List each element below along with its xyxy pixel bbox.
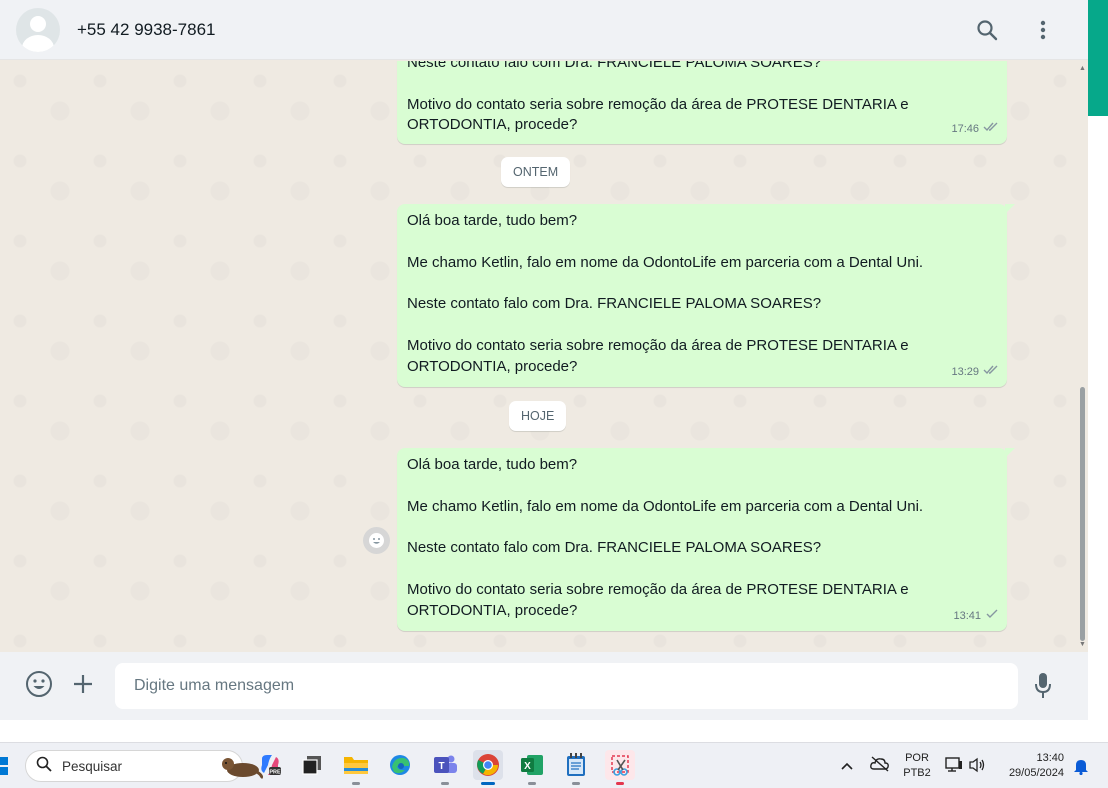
- message-time: 13:41: [953, 610, 981, 623]
- chevron-up-icon[interactable]: [840, 758, 854, 776]
- network-icon[interactable]: [945, 757, 963, 778]
- notepad-app-icon[interactable]: [561, 750, 591, 785]
- message-bubble[interactable]: Neste contato falo com Dra. FRANCIELE PA…: [397, 61, 1007, 144]
- message-composer: [0, 652, 1088, 720]
- windows-start-icon[interactable]: [0, 757, 10, 775]
- message-paragraph: Olá boa tarde, tudo bem?: [407, 456, 578, 473]
- svg-text:PRE: PRE: [269, 770, 281, 776]
- message-input[interactable]: [115, 663, 1018, 709]
- running-indicator: [572, 782, 580, 785]
- svg-text:T: T: [438, 761, 444, 772]
- search-icon: [36, 756, 52, 777]
- message-paragraph: Neste contato falo com Dra. FRANCIELE PA…: [407, 539, 822, 557]
- emoji-icon[interactable]: [25, 670, 53, 703]
- react-emoji-button[interactable]: [363, 527, 390, 554]
- date-divider: ONTEM: [501, 157, 571, 187]
- active-indicator: [481, 782, 495, 785]
- clock[interactable]: 13:40 29/05/2024: [1000, 751, 1064, 781]
- search-icon[interactable]: [972, 15, 1002, 45]
- double-check-icon: [983, 119, 999, 140]
- contact-name[interactable]: +55 42 9938-7861: [77, 20, 216, 40]
- chat-header: +55 42 9938-7861: [0, 0, 1088, 60]
- window-edge: [1088, 116, 1108, 740]
- double-check-icon: [983, 362, 999, 383]
- scroll-up-arrow[interactable]: ▲: [1079, 65, 1086, 72]
- date-divider: HOJE: [509, 401, 567, 431]
- svg-text:X: X: [524, 761, 531, 772]
- running-indicator: [352, 782, 360, 785]
- task-view-icon[interactable]: [297, 750, 327, 780]
- message-paragraph: Me chamo Ketlin, falo em nome da OdontoL…: [407, 253, 924, 271]
- message-bubble[interactable]: Olá boa tarde, tudo bem? Me chamo Ketlin…: [397, 448, 1015, 631]
- microphone-icon[interactable]: [1034, 672, 1052, 705]
- volume-icon[interactable]: [968, 757, 986, 778]
- edge-browser-icon[interactable]: [385, 750, 415, 780]
- window-accent-strip: [1088, 0, 1108, 116]
- message-paragraph: Motivo do contato seria sobre remoção da…: [407, 336, 909, 375]
- message-paragraph: Neste contato falo com Dra. FRANCIELE PA…: [407, 61, 822, 71]
- chat-panel[interactable]: Neste contato falo com Dra. FRANCIELE PA…: [0, 61, 1088, 652]
- windows-taskbar: Pesquisar PRE T X POR PTB2 13:40 29/05/2…: [0, 742, 1108, 788]
- keyboard-layout: PTB2: [903, 767, 931, 779]
- language-code: POR: [905, 752, 929, 764]
- plus-icon[interactable]: [72, 673, 94, 700]
- teams-app-icon[interactable]: T: [430, 750, 460, 785]
- running-indicator: [441, 782, 449, 785]
- file-explorer-icon[interactable]: [341, 750, 371, 785]
- contact-avatar[interactable]: [16, 7, 60, 52]
- input-language-indicator[interactable]: POR PTB2: [900, 751, 934, 781]
- window-bottom-edge: [0, 720, 1108, 742]
- taskbar-search[interactable]: Pesquisar: [25, 750, 263, 782]
- search-label: Pesquisar: [62, 758, 123, 774]
- notification-bell-icon[interactable]: [1073, 757, 1089, 780]
- excel-app-icon[interactable]: X: [517, 750, 547, 785]
- message-time: 17:46: [951, 123, 979, 136]
- clock-time: 13:40: [1036, 752, 1064, 764]
- message-paragraph: Neste contato falo com Dra. FRANCIELE PA…: [407, 295, 822, 313]
- onedrive-offline-icon[interactable]: [870, 756, 890, 777]
- running-indicator: [528, 782, 536, 785]
- running-indicator: [616, 782, 624, 785]
- chrome-browser-icon[interactable]: [473, 750, 503, 785]
- message-time: 13:29: [951, 366, 979, 379]
- message-paragraph: Me chamo Ketlin, falo em nome da OdontoL…: [407, 497, 924, 515]
- scrollbar-thumb[interactable]: [1080, 387, 1085, 641]
- check-icon: [985, 606, 999, 627]
- menu-dots-icon[interactable]: [1028, 15, 1058, 45]
- snipping-tool-icon[interactable]: [605, 750, 635, 785]
- message-paragraph: Motivo do contato seria sobre remoção da…: [407, 95, 909, 134]
- clock-date: 29/05/2024: [1008, 767, 1064, 779]
- message-paragraph: Olá boa tarde, tudo bem?: [407, 212, 578, 229]
- copilot-app-icon[interactable]: PRE: [255, 750, 285, 780]
- scroll-down-arrow[interactable]: ▼: [1079, 641, 1086, 648]
- message-bubble[interactable]: Olá boa tarde, tudo bem? Me chamo Ketlin…: [397, 204, 1015, 387]
- message-paragraph: Motivo do contato seria sobre remoção da…: [407, 580, 909, 619]
